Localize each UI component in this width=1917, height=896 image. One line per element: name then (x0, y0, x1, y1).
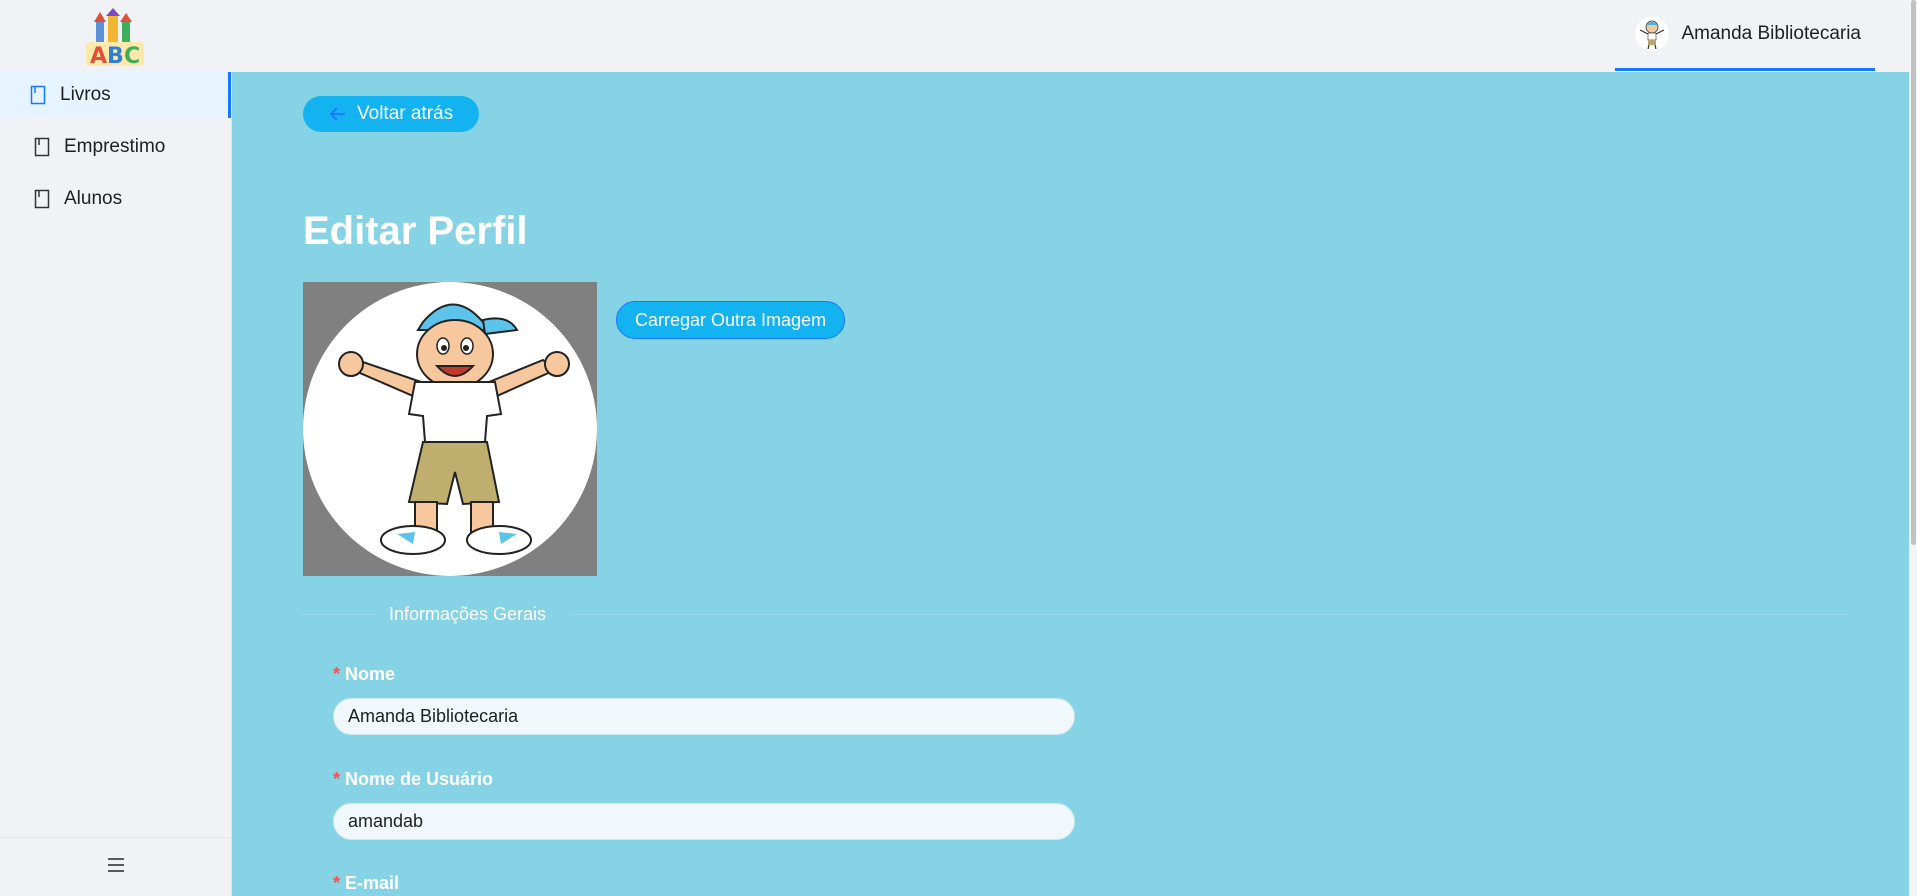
book-icon (34, 137, 50, 157)
username-input[interactable] (333, 803, 1075, 840)
back-button-label: Voltar atrás (357, 103, 454, 124)
sidebar-item-label: Alunos (64, 188, 123, 209)
user-menu[interactable]: Amanda Bibliotecaria (1615, 0, 1875, 71)
svg-text:C: C (124, 44, 140, 68)
required-asterisk: * (333, 769, 341, 789)
scrollbar[interactable] (1909, 0, 1917, 896)
main-content: Voltar atrás Editar Perfil Carregar Outr… (232, 72, 1909, 896)
page-title: Editar Perfil (303, 209, 528, 253)
svg-text:A: A (90, 44, 107, 68)
logo[interactable]: A B C (80, 8, 150, 69)
sidebar-item-livros[interactable]: Livros (0, 72, 231, 118)
user-name: Amanda Bibliotecaria (1681, 23, 1861, 44)
svg-text:B: B (107, 44, 124, 68)
book-icon (34, 189, 50, 209)
name-label: * Nome (333, 664, 396, 684)
upload-image-button[interactable]: Carregar Outra Imagem (616, 301, 846, 339)
app-header: A B C Amanda Bibliotecaria (0, 0, 1917, 73)
email-label: * E-mail (333, 873, 400, 893)
required-asterisk: * (333, 873, 341, 893)
sidebar-item-label: Emprestimo (64, 136, 166, 157)
arrow-left-icon (329, 105, 347, 123)
back-button[interactable]: Voltar atrás (303, 96, 480, 132)
sidebar-item-alunos[interactable]: Alunos (0, 176, 231, 222)
sidebar-item-emprestimo[interactable]: Emprestimo (0, 124, 231, 170)
user-avatar (1635, 17, 1670, 51)
profile-image (303, 282, 597, 576)
sidebar-collapse-button[interactable] (0, 837, 231, 896)
section-title: Informações Gerais (389, 604, 547, 624)
sidebar: Livros Emprestimo Alunos (0, 72, 232, 896)
book-icon (30, 85, 46, 105)
name-input[interactable] (333, 698, 1075, 735)
required-asterisk: * (333, 664, 341, 684)
sidebar-item-label: Livros (60, 84, 111, 105)
menu-icon (107, 857, 125, 878)
scrollbar-thumb[interactable] (1911, 0, 1916, 545)
username-label: * Nome de Usuário (333, 769, 494, 789)
